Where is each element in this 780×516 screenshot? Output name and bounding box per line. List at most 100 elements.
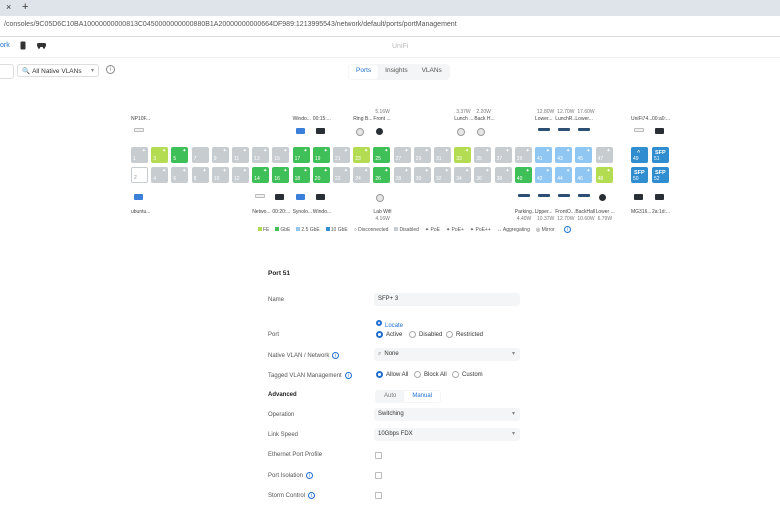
tab-ports[interactable]: Ports (349, 65, 379, 79)
connected-device-icon[interactable] (295, 128, 305, 134)
tagged-allow-all-radio[interactable]: Allow All (376, 371, 408, 378)
port-active-radio[interactable]: Active (376, 331, 402, 338)
port-47[interactable]: ✦ 47 (595, 147, 613, 163)
port-23[interactable]: ✦ 23 (353, 147, 371, 163)
connected-device-icon[interactable] (376, 128, 384, 135)
connected-device-icon[interactable] (376, 194, 385, 202)
connected-device-icon[interactable] (578, 194, 591, 197)
port-31[interactable]: ✦ 31 (434, 147, 451, 163)
port-42[interactable]: ✦ 42 (535, 167, 552, 183)
connected-device-icon[interactable] (275, 194, 285, 200)
connected-device-icon[interactable] (134, 194, 143, 200)
info-icon[interactable]: i (563, 226, 571, 233)
port-11[interactable]: ✦ 11 (232, 147, 249, 163)
connected-device-icon[interactable] (655, 128, 664, 134)
port-40[interactable]: ✦ 40 (514, 167, 532, 183)
tagged-custom-radio[interactable]: Custom (452, 371, 483, 378)
port-22[interactable]: ✦ 22 (333, 167, 350, 183)
client-icon[interactable] (36, 41, 47, 51)
port-isolation-checkbox[interactable] (375, 472, 382, 479)
connected-device-icon[interactable] (578, 128, 591, 131)
connected-device-name[interactable]: FrontO... (555, 209, 575, 215)
connected-device-name[interactable]: 00:15:... (313, 116, 331, 122)
port-19[interactable]: ✦ 19 (312, 147, 330, 163)
port-15[interactable]: ✦ 15 (272, 147, 290, 163)
connected-device-name[interactable]: Lower... (535, 116, 553, 122)
port-9[interactable]: ✦ 9 (211, 147, 229, 163)
port-28[interactable]: ✦ 28 (393, 167, 411, 183)
port-46[interactable]: ✦ 46 (575, 167, 593, 183)
port-restricted-radio[interactable]: Restricted (446, 331, 483, 338)
connected-device-name[interactable]: Lower ... (596, 209, 615, 215)
port-2[interactable]: 2 (131, 167, 148, 183)
port-35[interactable]: ✦ 35 (474, 147, 492, 163)
connected-device-icon[interactable] (655, 194, 664, 200)
connected-device-name[interactable]: Netwo... (252, 209, 270, 215)
connected-device-name[interactable]: NP10F... (131, 116, 150, 122)
port-33[interactable]: ✦ 33 (454, 147, 472, 163)
port-14[interactable]: ✦ 14 (252, 167, 270, 183)
nav-network-link[interactable]: ork (0, 42, 10, 49)
connected-device-name[interactable]: Ring B... (353, 116, 372, 122)
port-4[interactable]: ✦ 4 (151, 167, 169, 183)
link-speed-select[interactable]: 10Gbps FDX ▾ (374, 428, 520, 441)
port-43[interactable]: ✦ 43 (555, 147, 573, 163)
connected-device-icon[interactable] (255, 194, 266, 198)
port-6[interactable]: ✦ 6 (171, 167, 189, 183)
connected-device-name[interactable]: Upper... (535, 209, 553, 215)
connected-device-icon[interactable] (356, 128, 365, 136)
port-16[interactable]: ✦ 16 (272, 167, 290, 183)
port-45[interactable]: ✦ 45 (575, 147, 593, 163)
port-36[interactable]: ✦ 36 (474, 167, 492, 183)
port-34[interactable]: ✦ 34 (454, 167, 472, 183)
port-3[interactable]: ✦ 3 (151, 147, 169, 163)
info-icon[interactable]: i (308, 492, 316, 499)
connected-device-name[interactable]: Lunch ... (454, 116, 473, 122)
port-10[interactable]: ✦ 10 (211, 167, 229, 183)
port-27[interactable]: ✦ 27 (393, 147, 411, 163)
advanced-auto-option[interactable]: Auto (376, 391, 404, 402)
port-18[interactable]: ✦ 18 (292, 167, 310, 183)
port-5[interactable]: ✦ 5 (171, 147, 189, 163)
advanced-manual-option[interactable]: Manual (404, 391, 441, 402)
connected-device-icon[interactable] (517, 194, 530, 197)
port-39[interactable]: ✦ 39 (514, 147, 532, 163)
port-7[interactable]: 7 (191, 147, 209, 163)
port-12[interactable]: ✦ 12 (232, 167, 249, 183)
port-disabled-radio[interactable]: Disabled (409, 331, 442, 338)
port-13[interactable]: ✦ 13 (252, 147, 270, 163)
connected-device-icon[interactable] (477, 128, 486, 136)
info-icon[interactable]: i (332, 352, 340, 359)
close-tab-icon[interactable]: × (6, 2, 11, 12)
device-icon[interactable] (20, 41, 26, 52)
connected-device-icon[interactable] (315, 128, 325, 134)
connected-device-name[interactable]: 00:20:... (272, 209, 290, 215)
connected-device-icon[interactable] (538, 128, 550, 131)
port-20[interactable]: ✦ 20 (312, 167, 330, 183)
connected-device-name[interactable]: Parking... (515, 209, 536, 215)
connected-device-name[interactable]: UniFi74... (631, 116, 652, 122)
connected-device-icon[interactable] (457, 128, 466, 136)
connected-device-icon[interactable] (634, 128, 644, 132)
port-8[interactable]: ✦ 8 (191, 167, 209, 183)
port-49[interactable]: ^ 49 (631, 147, 648, 163)
port-29[interactable]: ✦ 29 (413, 147, 431, 163)
port-51[interactable]: SFP 51 (652, 147, 669, 163)
connected-device-icon[interactable] (558, 128, 571, 131)
locate-button[interactable]: Locate (376, 314, 403, 332)
port-50[interactable]: SFP 50 (631, 167, 648, 183)
connected-device-icon[interactable] (134, 128, 144, 132)
ethernet-port-profile-checkbox[interactable] (375, 452, 382, 459)
connected-device-icon[interactable] (634, 194, 643, 200)
port-1[interactable]: ✦ 1 (131, 147, 148, 163)
port-32[interactable]: ✦ 32 (434, 167, 451, 183)
tagged-block-all-radio[interactable]: Block All (414, 371, 447, 378)
connected-device-icon[interactable] (538, 194, 550, 197)
native-vlan-select[interactable]: ⌕ None ▾ (374, 348, 520, 361)
connected-device-name[interactable]: 00:a0:... (652, 116, 670, 122)
connected-device-name[interactable]: BackHall (575, 209, 595, 215)
device-filter-select[interactable] (0, 64, 14, 79)
port-21[interactable]: ✦ 21 (333, 147, 350, 163)
connected-device-name[interactable]: Lab Wifi (373, 209, 391, 215)
port-name-input[interactable]: SFP+ 3 (374, 293, 520, 306)
